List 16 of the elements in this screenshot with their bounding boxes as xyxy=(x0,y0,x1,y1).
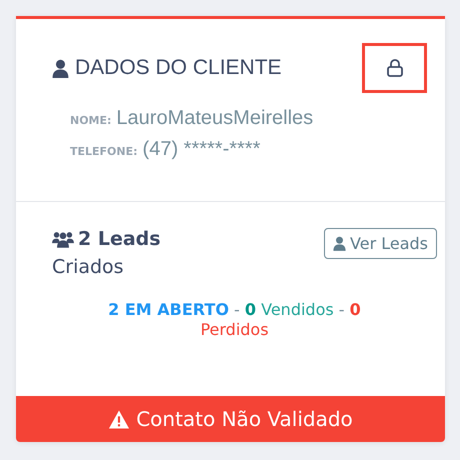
lock-icon xyxy=(384,58,404,78)
field-label: NOME: xyxy=(70,114,112,127)
user-icon xyxy=(333,236,346,251)
view-leads-button[interactable]: Ver Leads xyxy=(324,228,437,259)
lock-button[interactable] xyxy=(362,43,427,93)
users-icon xyxy=(52,230,74,248)
warning-icon xyxy=(108,410,130,428)
field-label: TELEFONE: xyxy=(70,145,138,158)
field-value: LauroMateusMeirelles xyxy=(116,107,314,130)
lead-caption: Criados xyxy=(52,256,125,278)
alert-text: Contato Não Validado xyxy=(136,407,353,431)
lead-count: 2 Leads xyxy=(52,228,161,250)
user-icon xyxy=(52,58,69,78)
field-value: (47) *****-**** xyxy=(142,138,260,161)
lead-summary: 2 EM ABERTO - 0 Vendidos - 0 Perdidos xyxy=(107,300,362,340)
section-title: DADOS DO CLIENTE xyxy=(52,56,282,80)
